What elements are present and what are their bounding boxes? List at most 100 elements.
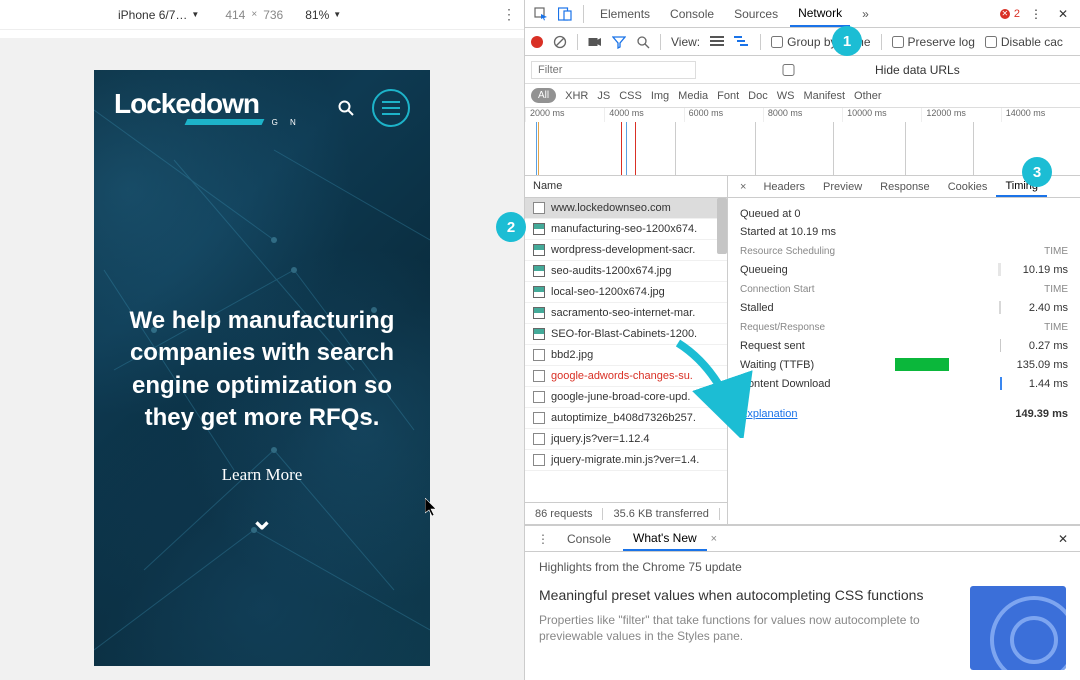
site-logo[interactable]: Lockedown D E S I G N: [114, 88, 301, 127]
request-name: wordpress-development-sacr.: [551, 244, 695, 256]
close-drawer[interactable]: ✕: [1052, 532, 1074, 546]
whatsnew-card[interactable]: Meaningful preset values when autocomple…: [539, 586, 1066, 670]
devtools-tabbar: Elements Console Sources Network » ✕2 ⋮ …: [525, 0, 1080, 28]
filter-font[interactable]: Font: [717, 90, 739, 102]
detail-tab-preview[interactable]: Preview: [814, 178, 871, 196]
card-title: Meaningful preset values when autocomple…: [539, 586, 954, 606]
tick: 4000 ms: [604, 108, 683, 122]
detail-tab-response[interactable]: Response: [871, 178, 939, 196]
learn-more-link[interactable]: Learn More: [122, 465, 402, 485]
hero-headline: We help manufacturing companies with sea…: [122, 305, 402, 435]
search-icon[interactable]: [338, 100, 354, 116]
filter-other[interactable]: Other: [854, 90, 882, 102]
annotation-bubble-3: 3: [1022, 157, 1052, 187]
annotation-bubble-1: 1: [832, 26, 862, 56]
waterfall-overview[interactable]: 2000 ms 4000 ms 6000 ms 8000 ms 10000 ms…: [525, 108, 1080, 176]
request-row[interactable]: wordpress-development-sacr.: [525, 240, 727, 261]
zoom-select[interactable]: 81% ▼: [291, 8, 341, 22]
requests-footer: 86 requests 35.6 KB transferred: [525, 502, 727, 524]
drawer-kebab[interactable]: ⋮: [531, 532, 555, 546]
timing-body: Queued at 0 Started at 10.19 ms Resource…: [728, 198, 1080, 430]
img-file-icon: [533, 286, 545, 298]
filter-media[interactable]: Media: [678, 90, 708, 102]
height-value: 736: [263, 8, 283, 22]
tick: 6000 ms: [684, 108, 763, 122]
filter-manifest[interactable]: Manifest: [803, 90, 845, 102]
request-name: seo-audits-1200x674.jpg: [551, 265, 671, 277]
close-detail[interactable]: ×: [732, 181, 754, 193]
card-thumbnail: [970, 586, 1066, 670]
js-file-icon: [533, 454, 545, 466]
request-row[interactable]: sacramento-seo-internet-mar.: [525, 303, 727, 324]
request-row[interactable]: manufacturing-seo-1200x674.: [525, 219, 727, 240]
device-toolbar: iPhone 6/7… ▼ 414 × 736 81% ▼ ⋮: [0, 0, 524, 30]
tab-console[interactable]: Console: [662, 2, 722, 26]
request-row[interactable]: jquery-migrate.min.js?ver=1.4.: [525, 450, 727, 471]
kebab-menu[interactable]: ⋮: [1024, 7, 1048, 21]
hide-data-urls-checkbox[interactable]: Hide data URLs: [706, 63, 960, 77]
device-toggle-icon[interactable]: [555, 4, 575, 24]
tick: 8000 ms: [763, 108, 842, 122]
large-rows-icon[interactable]: [710, 36, 724, 48]
request-row[interactable]: local-seo-1200x674.jpg: [525, 282, 727, 303]
preview-area: Lockedown D E S I G N We help manufactur…: [0, 30, 524, 680]
error-indicator[interactable]: ✕2: [1000, 8, 1020, 20]
tick: 12000 ms: [921, 108, 1000, 122]
img-file-icon: [533, 265, 545, 277]
tabs-overflow[interactable]: »: [854, 2, 877, 26]
filter-doc[interactable]: Doc: [748, 90, 768, 102]
filter-ws[interactable]: WS: [777, 90, 795, 102]
request-row[interactable]: seo-audits-1200x674.jpg: [525, 261, 727, 282]
tab-network[interactable]: Network: [790, 1, 850, 27]
detail-tab-headers[interactable]: Headers: [754, 178, 814, 196]
tick: 2000 ms: [525, 108, 604, 122]
record-button[interactable]: [531, 36, 543, 48]
detail-tab-cookies[interactable]: Cookies: [939, 178, 997, 196]
view-label: View:: [671, 35, 700, 49]
kebab-menu[interactable]: ⋮: [502, 6, 516, 23]
tick: 10000 ms: [842, 108, 921, 122]
request-name: jquery.js?ver=1.12.4: [551, 433, 650, 445]
search-icon[interactable]: [636, 35, 650, 49]
doc-file-icon: [533, 391, 545, 403]
filter-icon[interactable]: [612, 35, 626, 49]
filter-xhr[interactable]: XHR: [565, 90, 588, 102]
preserve-log-checkbox[interactable]: Preserve log: [892, 35, 975, 49]
width-value: 414: [225, 8, 245, 22]
filter-all[interactable]: All: [531, 88, 556, 103]
request-row[interactable]: www.lockedownseo.com: [525, 198, 727, 219]
dimensions[interactable]: 414 × 736: [225, 8, 283, 22]
highlights-text: Highlights from the Chrome 75 update: [539, 560, 1066, 574]
hamburger-menu[interactable]: [372, 89, 410, 127]
filter-css[interactable]: CSS: [619, 90, 642, 102]
chevron-down-icon[interactable]: ⌄: [122, 503, 402, 536]
queued-at: Queued at 0: [740, 208, 1068, 220]
close-whatsnew-tab[interactable]: ×: [709, 533, 717, 545]
requests-header[interactable]: Name: [525, 176, 727, 198]
camera-icon[interactable]: [588, 36, 602, 48]
annotation-bubble-2: 2: [496, 212, 526, 242]
scrollbar[interactable]: [717, 198, 727, 254]
drawer-tab-whatsnew[interactable]: What's New: [623, 527, 707, 551]
filter-img[interactable]: Img: [651, 90, 669, 102]
transferred-size: 35.6 KB transferred: [603, 508, 719, 520]
chevron-down-icon: ▼: [333, 10, 341, 19]
drawer-tab-console[interactable]: Console: [557, 528, 621, 550]
times-icon: ×: [251, 9, 257, 20]
request-count: 86 requests: [525, 508, 603, 520]
device-select[interactable]: iPhone 6/7… ▼: [8, 8, 199, 22]
close-devtools[interactable]: ✕: [1052, 7, 1074, 21]
timing-row: Content Download1.44 ms: [740, 377, 1068, 390]
timing-row: Stalled2.40 ms: [740, 301, 1068, 314]
clear-icon[interactable]: [553, 35, 567, 49]
tab-sources[interactable]: Sources: [726, 2, 786, 26]
logo-text-a: Locke: [114, 88, 190, 119]
tab-elements[interactable]: Elements: [592, 2, 658, 26]
filter-input[interactable]: [531, 61, 696, 79]
disable-cache-checkbox[interactable]: Disable cac: [985, 35, 1063, 49]
inspect-icon[interactable]: [531, 4, 551, 24]
filter-js[interactable]: JS: [597, 90, 610, 102]
request-name: manufacturing-seo-1200x674.: [551, 223, 697, 235]
waterfall-view-icon[interactable]: [734, 36, 750, 48]
timing-row: Waiting (TTFB)135.09 ms: [740, 358, 1068, 371]
